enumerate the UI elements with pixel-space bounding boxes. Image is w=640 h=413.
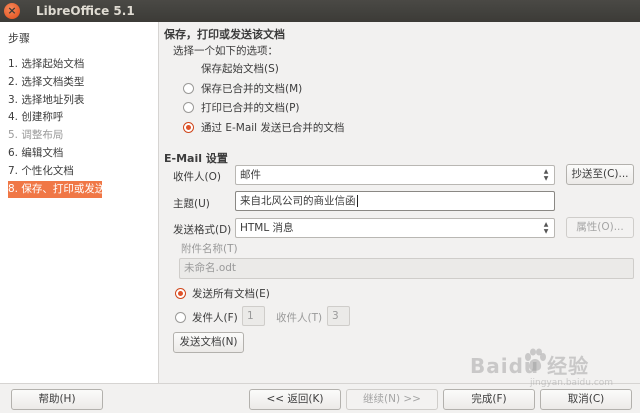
step-item-8[interactable]: 8. 保存、打印或发送 (8, 180, 105, 199)
page-heading: 保存，打印或发送该文档 (164, 28, 285, 41)
email-merged-label[interactable]: 通过 E-Mail 发送已合并的文档 (201, 120, 344, 135)
email-merged-radio[interactable] (183, 122, 194, 133)
subject-input-value: 来自北风公司的商业信函 (240, 195, 356, 207)
attachment-input: 未命名.odt (179, 258, 634, 279)
step-item-5: 5. 调整布局 (8, 129, 64, 142)
send-format-label: 发送格式(D) (173, 224, 232, 236)
step-item-2[interactable]: 2. 选择文档类型 (8, 74, 102, 92)
send-all-radio[interactable] (175, 288, 186, 299)
to-select-value: 邮件 (240, 169, 261, 181)
spin-arrows-icon: ▲ ▼ (543, 168, 549, 182)
properties-button: 属性(O)... (566, 217, 634, 238)
main-panel: 保存，打印或发送该文档 选择一个如下的选项： 保存起始文档(S) 保存已合并的文… (159, 22, 640, 383)
copy-to-button[interactable]: 抄送至(C)... (566, 164, 634, 185)
close-icon[interactable]: × (4, 3, 20, 19)
send-range-radio[interactable] (175, 312, 186, 323)
send-format-value: HTML 消息 (240, 222, 294, 234)
attachment-label: 附件名称(T) (181, 243, 238, 255)
step-item-6[interactable]: 6. 编辑文档 (8, 145, 102, 163)
send-range-from-label[interactable]: 发件人(F) (192, 310, 238, 325)
window-title: LibreOffice 5.1 (36, 4, 135, 18)
steps-list: 1. 选择起始文档 2. 选择文档类型 3. 选择地址列表 4. 创建称呼 5.… (8, 56, 105, 199)
title-bar: × LibreOffice 5.1 (0, 0, 640, 22)
text-caret (356, 195, 358, 207)
subject-input[interactable]: 来自北风公司的商业信函 (235, 191, 555, 211)
to-label: 收件人(O) (173, 171, 221, 183)
step-item-3[interactable]: 3. 选择地址列表 (8, 92, 102, 110)
to-number-input: 3 (327, 306, 350, 326)
from-number-input: 1 (242, 306, 265, 326)
step-item-7[interactable]: 7. 个性化文档 (8, 163, 102, 181)
step-item-4[interactable]: 4. 创建称呼 (8, 109, 102, 127)
watermark-text: Baidu 经验 (470, 354, 590, 378)
email-settings-heading: E-Mail 设置 (164, 152, 228, 165)
save-merged-radio[interactable] (183, 83, 194, 94)
help-button[interactable]: 帮助(H) (11, 389, 103, 410)
back-button[interactable]: << 返回(K) (249, 389, 341, 410)
spin-arrows-icon: ▲ ▼ (543, 221, 549, 235)
step-item-1[interactable]: 1. 选择起始文档 (8, 56, 102, 74)
to-select[interactable]: 邮件 ▲ ▼ (235, 165, 555, 185)
print-merged-radio[interactable] (183, 102, 194, 113)
steps-title: 步骤 (8, 32, 30, 45)
baidu-watermark: Baidu 经验 jingyan.baidu.com (470, 348, 630, 398)
save-merged-label[interactable]: 保存已合并的文档(M) (201, 81, 302, 96)
save-starting-doc-link[interactable]: 保存起始文档(S) (201, 61, 279, 76)
send-all-label[interactable]: 发送所有文档(E) (192, 286, 270, 301)
print-merged-label[interactable]: 打印已合并的文档(P) (201, 100, 300, 115)
send-range-to-label: 收件人(T) (276, 312, 323, 324)
subject-label: 主题(U) (173, 198, 210, 210)
send-format-select[interactable]: HTML 消息 ▲ ▼ (235, 218, 555, 238)
choose-prompt: 选择一个如下的选项： (173, 45, 278, 57)
send-documents-button[interactable]: 发送文档(N) (173, 332, 244, 353)
next-button: 继续(N) >> (346, 389, 438, 410)
steps-sidebar: 步骤 1. 选择起始文档 2. 选择文档类型 3. 选择地址列表 4. 创建称呼… (0, 22, 159, 383)
watermark-subtext: jingyan.baidu.com (530, 378, 614, 388)
